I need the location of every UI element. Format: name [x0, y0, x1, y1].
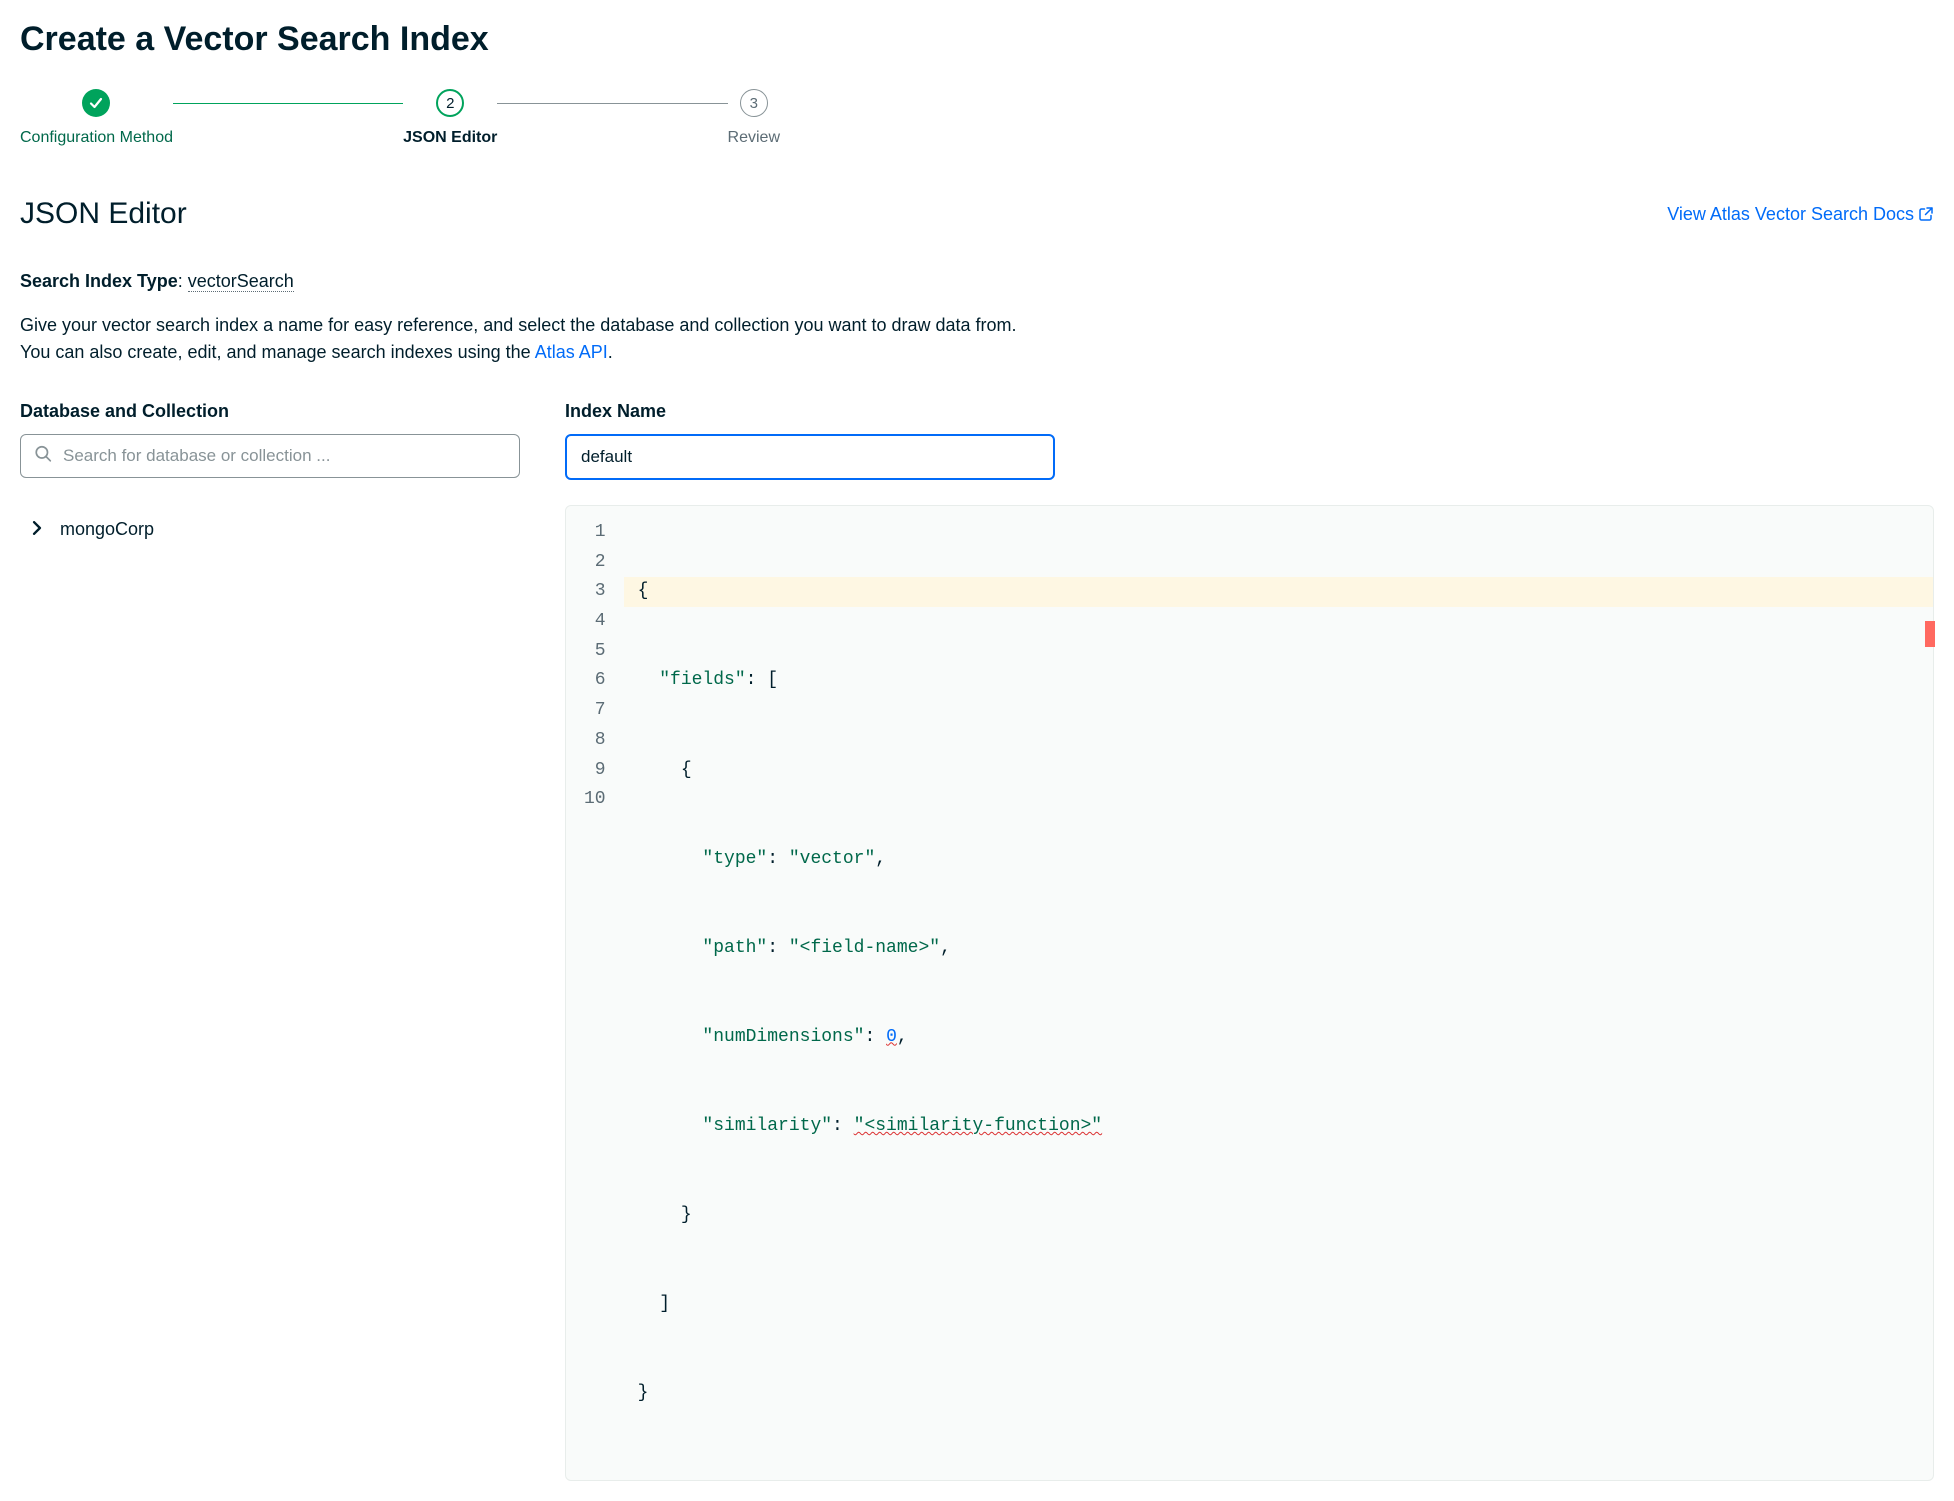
- line-number-gutter: 1 2 3 4 5 6 7 8 9 10: [566, 506, 624, 1480]
- step-configuration-method[interactable]: Configuration Method: [20, 89, 173, 147]
- page-title: Create a Vector Search Index: [20, 20, 1934, 59]
- step-review[interactable]: 3 Review: [728, 89, 780, 147]
- index-type-value: vectorSearch: [188, 271, 294, 292]
- atlas-api-link[interactable]: Atlas API: [535, 342, 608, 362]
- step-circle-current: 2: [436, 89, 464, 117]
- step-label: Review: [728, 129, 780, 147]
- db-collection-tree: mongoCorp: [20, 513, 520, 546]
- index-type-line: Search Index Type: vectorSearch: [20, 271, 1934, 292]
- stepper: Configuration Method 2 JSON Editor 3 Rev…: [20, 89, 780, 147]
- db-collection-search-input[interactable]: [20, 434, 520, 478]
- tree-item-mongocorp[interactable]: mongoCorp: [20, 513, 520, 546]
- step-circle-completed: [82, 89, 110, 117]
- section-header: JSON Editor View Atlas Vector Search Doc…: [20, 197, 1934, 231]
- code-body[interactable]: { "fields": [ { "type": "vector", "path"…: [624, 506, 1933, 1480]
- docs-link-text: View Atlas Vector Search Docs: [1667, 204, 1914, 225]
- json-editor[interactable]: 1 2 3 4 5 6 7 8 9 10 { "fields": [ { "ty…: [565, 505, 1934, 1481]
- chevron-right-icon: [32, 519, 42, 540]
- external-link-icon: [1918, 206, 1934, 222]
- step-circle-upcoming: 3: [740, 89, 768, 117]
- index-name-input[interactable]: [565, 434, 1055, 480]
- check-icon: [88, 95, 104, 111]
- step-label: Configuration Method: [20, 129, 173, 147]
- db-collection-label: Database and Collection: [20, 401, 520, 422]
- search-icon: [34, 445, 52, 468]
- tree-item-label: mongoCorp: [60, 519, 154, 540]
- step-connector: [497, 103, 727, 104]
- step-connector: [173, 103, 403, 104]
- error-marker: [1925, 621, 1935, 647]
- index-name-label: Index Name: [565, 401, 1934, 422]
- index-type-label: Search Index Type: [20, 271, 178, 291]
- description-text: Give your vector search index a name for…: [20, 312, 1040, 366]
- docs-link[interactable]: View Atlas Vector Search Docs: [1667, 204, 1934, 225]
- section-title: JSON Editor: [20, 197, 187, 231]
- step-json-editor[interactable]: 2 JSON Editor: [403, 89, 497, 147]
- step-label: JSON Editor: [403, 129, 497, 147]
